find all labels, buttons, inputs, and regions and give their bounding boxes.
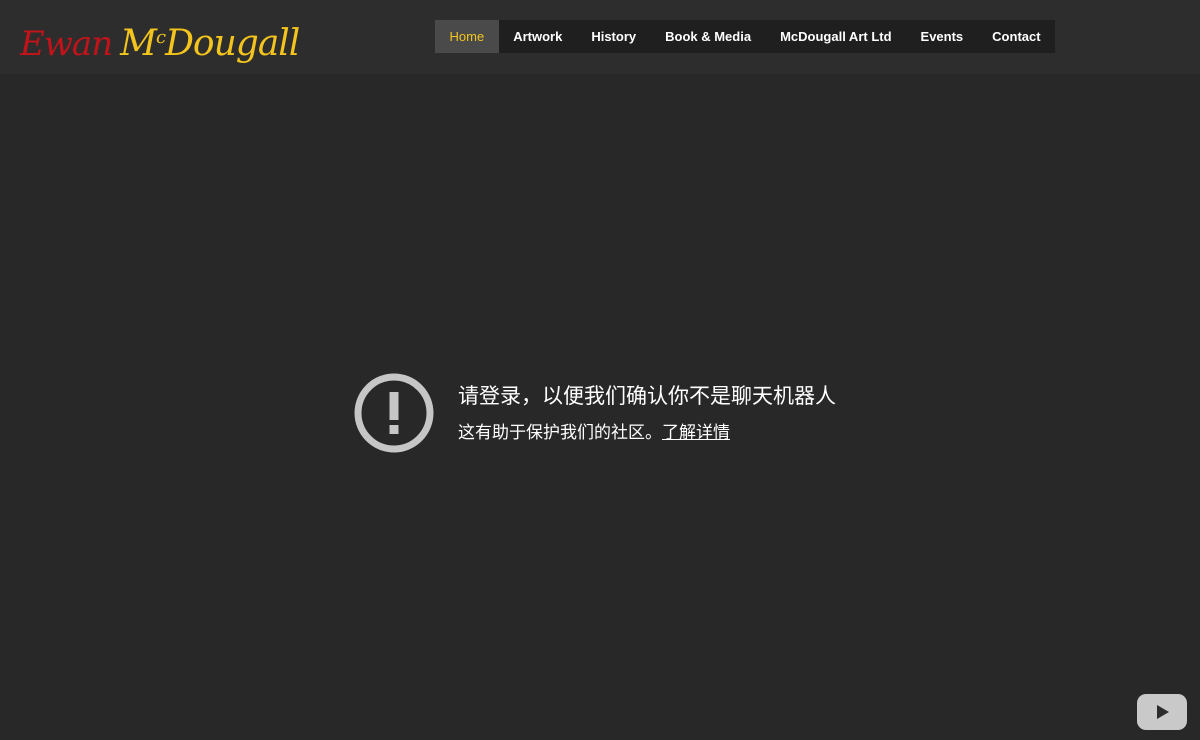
- notice-subtitle-text: 这有助于保护我们的社区。: [458, 423, 662, 443]
- logo-first-name: Ewan: [20, 24, 113, 64]
- nav-events[interactable]: Events: [906, 20, 978, 53]
- logo-last-name: McDougall: [120, 23, 300, 64]
- sign-in-notice: 请登录，以便我们确认你不是聊天机器人 这有助于保护我们的社区。了解详情: [353, 372, 873, 454]
- nav-history[interactable]: History: [577, 20, 651, 53]
- nav-mcdougall-art-ltd[interactable]: McDougall Art Ltd: [766, 20, 906, 53]
- nav-home[interactable]: Home: [435, 20, 499, 53]
- nav-contact[interactable]: Contact: [978, 20, 1055, 53]
- site-header: Ewan McDougall Home Artwork History Book …: [0, 0, 1200, 74]
- site-logo[interactable]: Ewan McDougall: [20, 10, 300, 66]
- notice-title: 请登录，以便我们确认你不是聊天机器人: [458, 384, 836, 408]
- main-nav: Home Artwork History Book & Media McDoug…: [435, 20, 1056, 53]
- play-icon[interactable]: [1137, 694, 1187, 730]
- alert-circle-icon: [354, 373, 434, 453]
- nav-book-media[interactable]: Book & Media: [651, 20, 766, 53]
- nav-artwork[interactable]: Artwork: [499, 20, 577, 53]
- notice-subtitle: 这有助于保护我们的社区。了解详情: [458, 418, 730, 443]
- learn-more-link[interactable]: 了解详情: [662, 423, 730, 443]
